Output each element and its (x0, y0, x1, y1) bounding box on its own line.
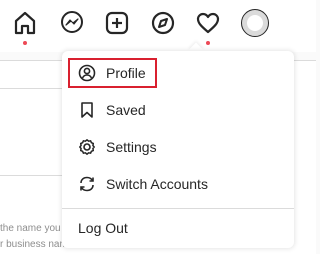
menu-item-saved[interactable]: Saved (62, 92, 294, 128)
messenger-icon[interactable] (59, 10, 85, 36)
explore-icon[interactable] (150, 10, 176, 36)
profile-dropdown-menu: Profile Saved Settings Switch Accounts L… (62, 51, 294, 248)
menu-item-switch-accounts[interactable]: Switch Accounts (62, 166, 294, 202)
gear-icon (78, 138, 96, 156)
helper-text: the name you (0, 223, 61, 234)
menu-item-label: Saved (106, 102, 146, 118)
avatar[interactable] (241, 9, 269, 37)
new-post-icon[interactable] (104, 10, 130, 36)
menu-item-label: Switch Accounts (106, 176, 208, 192)
menu-item-log-out[interactable]: Log Out (62, 208, 294, 248)
divider (0, 175, 62, 176)
notification-dot (206, 41, 210, 45)
highlight-box (68, 58, 157, 88)
home-icon[interactable] (12, 10, 38, 36)
switch-icon (78, 175, 96, 193)
divider (0, 88, 62, 89)
menu-item-label: Settings (106, 139, 157, 155)
bookmark-icon (78, 101, 96, 119)
menu-item-label: Log Out (78, 220, 128, 236)
notification-dot (23, 41, 27, 45)
activity-heart-icon[interactable] (195, 10, 221, 36)
top-nav-bar (0, 0, 316, 52)
menu-item-settings[interactable]: Settings (62, 129, 294, 165)
